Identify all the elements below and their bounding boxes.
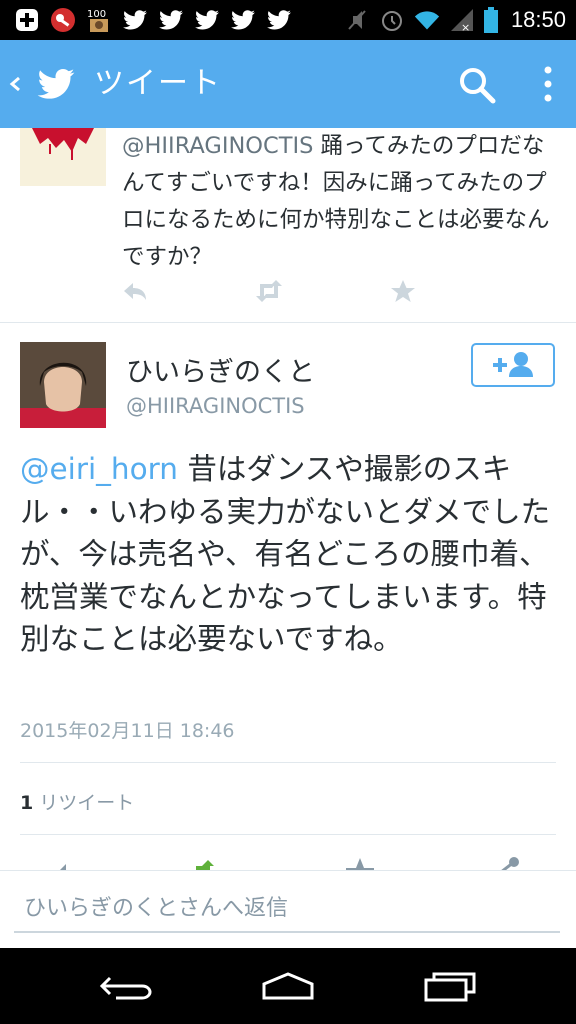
previous-tweet[interactable]: @HIIRAGINOCTIS 踊ってみたのプロだなんてすごいですね！因みに踊って… bbox=[0, 128, 576, 323]
mute-icon bbox=[348, 10, 366, 30]
twitter-icon bbox=[159, 10, 183, 30]
battery-icon bbox=[483, 7, 498, 33]
retweet-stats[interactable]: 1 リツイート bbox=[20, 788, 134, 815]
avatar[interactable] bbox=[20, 342, 106, 428]
twitter-icon bbox=[231, 10, 255, 30]
add-user-icon bbox=[493, 352, 533, 377]
app-bar: ツイート bbox=[0, 40, 576, 128]
divider bbox=[20, 762, 556, 763]
svg-text:100: 100 bbox=[87, 9, 106, 20]
retweet-count: 1 bbox=[20, 792, 34, 814]
system-icons: × 18:50 bbox=[344, 6, 566, 34]
signal-icon: × bbox=[450, 9, 473, 33]
reply-input[interactable] bbox=[14, 891, 560, 933]
previous-tweet-text: @HIIRAGINOCTIS 踊ってみたのプロだなんてすごいですね！因みに踊って… bbox=[122, 128, 562, 276]
user-handle[interactable]: @HIIRAGINOCTIS bbox=[126, 394, 305, 418]
twitter-icon bbox=[123, 10, 147, 30]
user-name[interactable]: ひいらぎのくと bbox=[126, 350, 315, 389]
recents-icon[interactable] bbox=[420, 970, 480, 1002]
previous-tweet-avatar[interactable] bbox=[20, 128, 106, 186]
reply-icon[interactable] bbox=[120, 278, 150, 304]
notification-icons: 100 bbox=[14, 6, 292, 34]
security-icon bbox=[51, 8, 75, 32]
svg-text:×: × bbox=[461, 21, 470, 33]
alarm-icon bbox=[381, 11, 402, 31]
back-chevron-icon[interactable] bbox=[8, 70, 22, 98]
navigation-bar bbox=[0, 948, 576, 1024]
tweet-actions bbox=[0, 852, 576, 870]
retweet-label: リツイート bbox=[39, 792, 135, 814]
reply-icon[interactable] bbox=[50, 856, 86, 870]
retweet-icon[interactable] bbox=[194, 856, 234, 870]
previous-tweet-mention[interactable]: @HIIRAGINOCTIS bbox=[122, 133, 313, 159]
page-title: ツイート bbox=[94, 66, 222, 101]
100-badge-icon: 100 bbox=[87, 9, 108, 32]
share-icon[interactable] bbox=[486, 856, 522, 870]
tweet-text: @eiri_horn 昔はダンスや撮影のスキル・・いわゆる実力がないとダメでした… bbox=[20, 448, 560, 661]
status-bar: 100 × 18:50 bbox=[0, 0, 576, 40]
reply-bar bbox=[0, 870, 576, 949]
divider bbox=[20, 834, 556, 835]
more-options-icon[interactable] bbox=[540, 64, 556, 104]
tweet-timestamp: 2015年02月11日 18:46 bbox=[20, 720, 235, 742]
clock: 18:50 bbox=[510, 7, 566, 32]
favorite-icon[interactable] bbox=[342, 856, 378, 870]
add-icon bbox=[16, 9, 38, 31]
tweet-mention[interactable]: @eiri_horn bbox=[20, 452, 178, 486]
twitter-icon bbox=[195, 10, 219, 30]
retweet-icon[interactable] bbox=[254, 278, 284, 304]
follow-button[interactable] bbox=[471, 343, 555, 387]
wifi-icon bbox=[414, 11, 440, 30]
search-icon[interactable] bbox=[458, 66, 496, 104]
home-icon[interactable] bbox=[258, 970, 318, 1002]
twitter-icon bbox=[267, 10, 291, 30]
favorite-icon[interactable] bbox=[388, 278, 418, 304]
twitter-logo-icon[interactable] bbox=[34, 64, 78, 104]
back-icon[interactable] bbox=[96, 970, 156, 1002]
